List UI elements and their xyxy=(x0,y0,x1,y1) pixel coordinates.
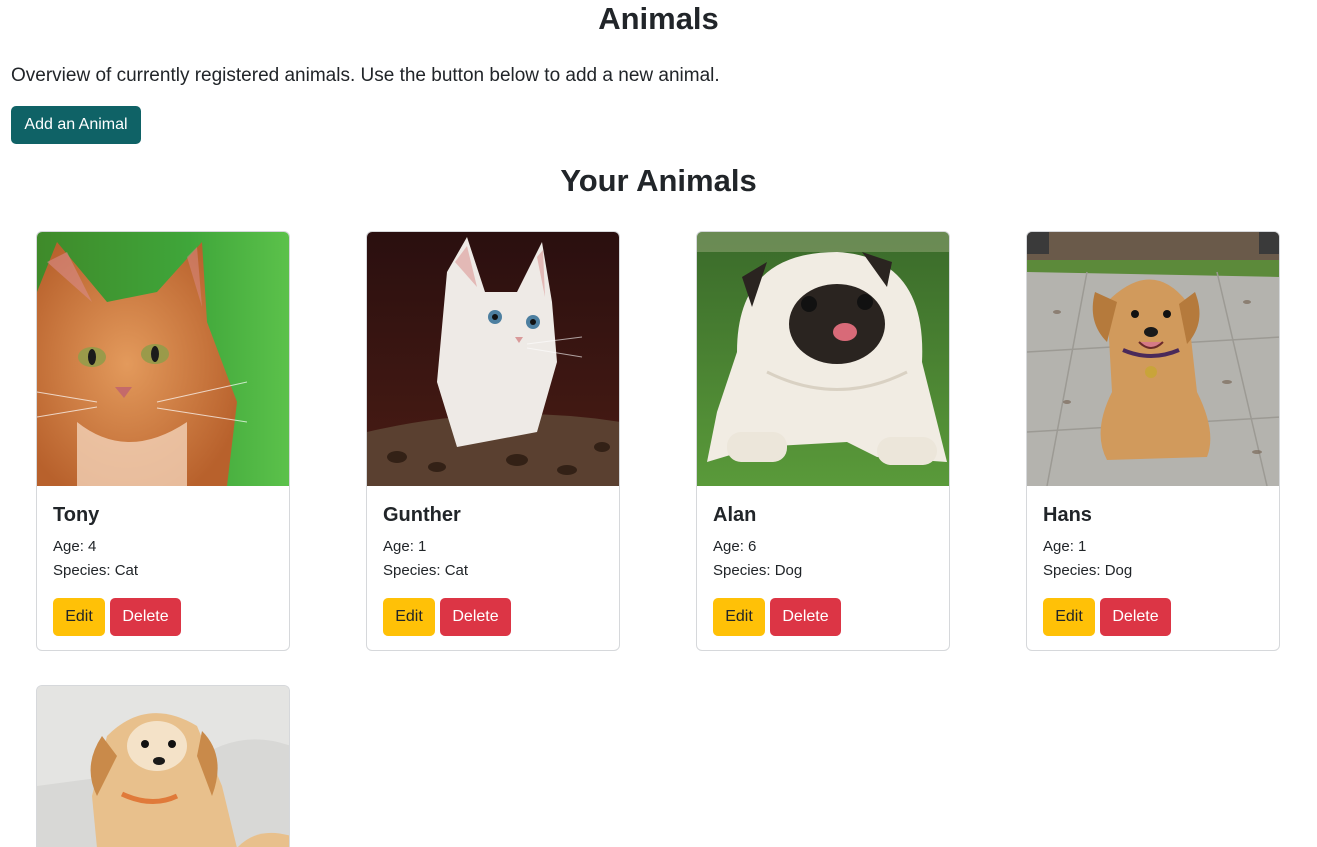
edit-button[interactable]: Edit xyxy=(1043,598,1095,636)
animal-name: Tony xyxy=(53,504,100,526)
section-title: Your Animals xyxy=(560,163,757,198)
animal-photo xyxy=(37,686,289,847)
animal-photo xyxy=(697,232,949,486)
delete-button[interactable]: Delete xyxy=(440,598,511,636)
animal-card: Tony Age: 4 Species: Cat Edit Delete xyxy=(36,231,290,651)
delete-button[interactable]: Delete xyxy=(110,598,181,636)
animal-photo xyxy=(367,232,619,486)
animal-card: Gunther Age: 1 Species: Cat Edit Delete xyxy=(366,231,620,651)
animal-age: Age: 1 xyxy=(1043,538,1087,555)
animal-species: Species: Dog xyxy=(1043,562,1133,579)
animal-name: Hans xyxy=(1043,504,1092,526)
edit-button[interactable]: Edit xyxy=(383,598,435,636)
animal-age: Age: 1 xyxy=(383,538,427,555)
animal-species: Species: Cat xyxy=(383,562,469,579)
animal-name: Alan xyxy=(713,504,757,526)
animal-card: Hans Age: 1 Species: Dog Edit Delete xyxy=(1026,231,1280,651)
page-description: Overview of currently registered animals… xyxy=(11,65,720,86)
edit-button[interactable]: Edit xyxy=(53,598,105,636)
add-animal-button[interactable]: Add an Animal xyxy=(11,106,141,144)
animal-name: Gunther xyxy=(383,504,461,526)
animal-photo xyxy=(1027,232,1279,486)
animal-card: Alan Age: 6 Species: Dog Edit Delete xyxy=(696,231,950,651)
delete-button[interactable]: Delete xyxy=(1100,598,1171,636)
animal-species: Species: Cat xyxy=(53,562,139,579)
animal-age: Age: 6 xyxy=(713,538,757,555)
delete-button[interactable]: Delete xyxy=(770,598,841,636)
animal-card xyxy=(36,685,290,847)
page-title: Animals xyxy=(598,1,719,36)
animal-photo xyxy=(37,232,289,486)
edit-button[interactable]: Edit xyxy=(713,598,765,636)
animal-species: Species: Dog xyxy=(713,562,803,579)
animal-age: Age: 4 xyxy=(53,538,97,555)
